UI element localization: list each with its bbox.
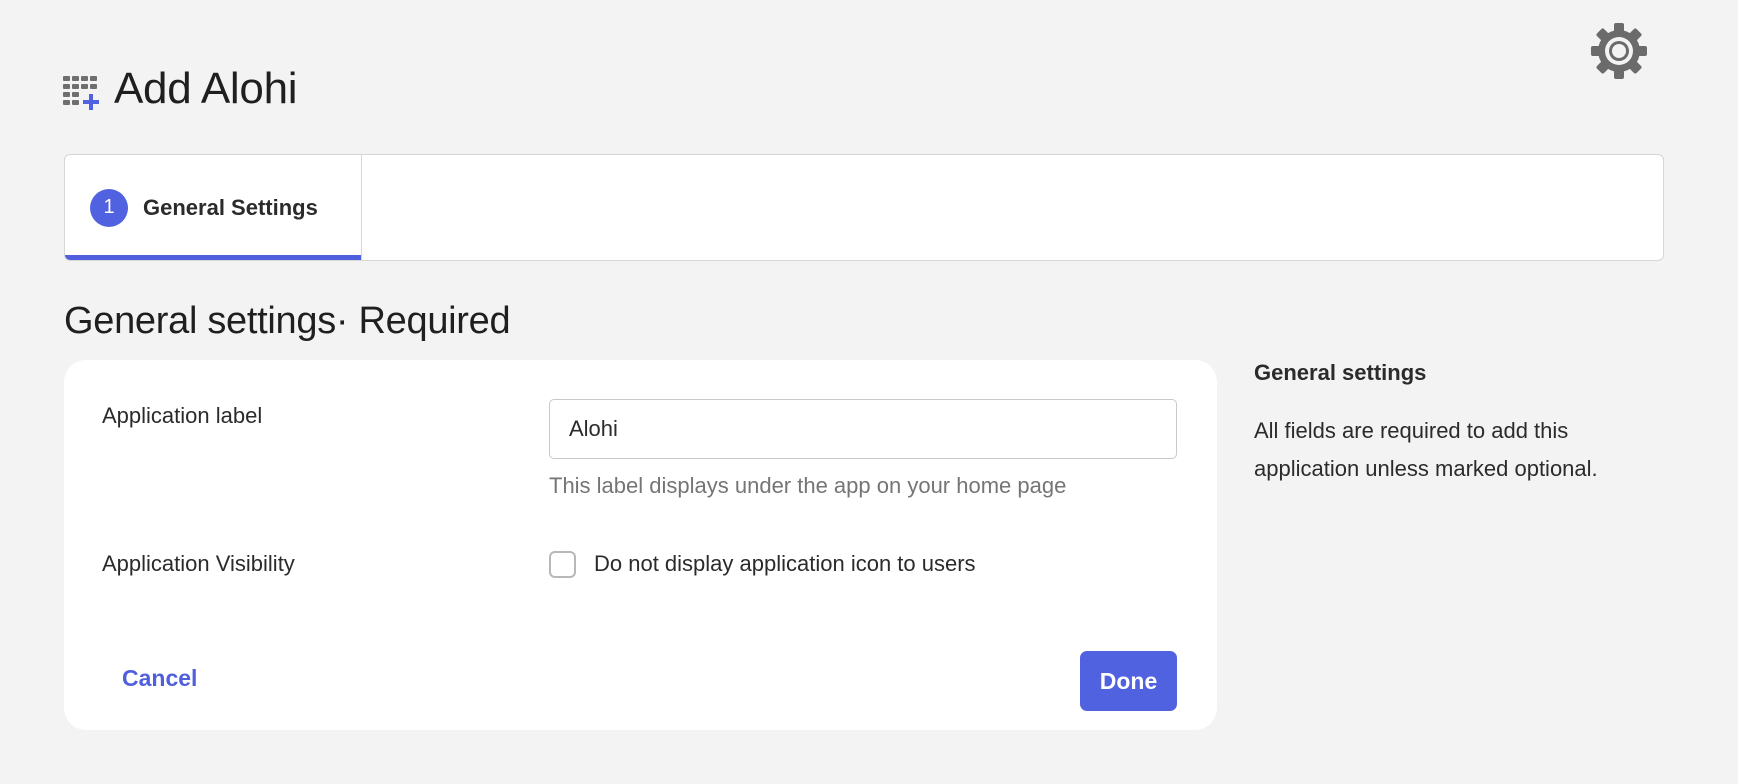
step-label: General Settings — [143, 194, 318, 220]
help-panel-title: General settings — [1254, 360, 1427, 385]
done-button[interactable]: Done — [1080, 651, 1177, 711]
application-visibility-label: Application Visibility — [102, 551, 295, 576]
wizard-steps-bar: 1 General Settings — [64, 154, 1664, 261]
help-panel: General settings All fields are required… — [1254, 360, 1674, 488]
general-settings-form: Application label This label displays un… — [64, 360, 1217, 730]
application-label-input[interactable] — [549, 399, 1177, 459]
page-title: Add Alohi — [114, 64, 298, 113]
help-panel-text: All fields are required to add this appl… — [1254, 418, 1598, 481]
application-label-help-text: This label displays under the app on you… — [549, 473, 1067, 498]
app-add-icon — [63, 76, 99, 110]
cancel-button[interactable]: Cancel — [122, 665, 197, 692]
application-label-label: Application label — [102, 403, 263, 428]
step-number-badge: 1 — [90, 188, 128, 227]
hide-app-icon-checkbox-label[interactable]: Do not display application icon to users — [594, 551, 976, 577]
step-tab-general-settings[interactable]: 1 General Settings — [65, 155, 362, 260]
gear-icon[interactable] — [1589, 21, 1649, 81]
hide-app-icon-checkbox[interactable] — [549, 551, 576, 578]
section-heading: General settings· Required — [64, 300, 511, 342]
page-header: Add Alohi — [62, 60, 298, 118]
